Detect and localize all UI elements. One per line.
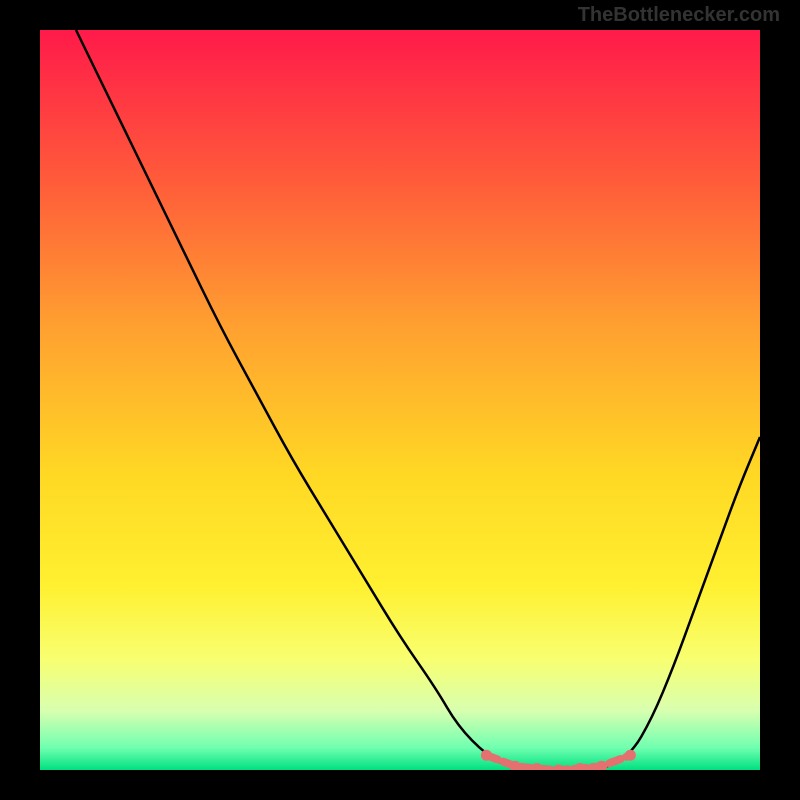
plot-area (40, 30, 760, 770)
watermark-text: TheBottlenecker.com (578, 4, 780, 27)
gradient-background (40, 30, 760, 770)
chart-container: TheBottlenecker.com (0, 0, 800, 800)
bottleneck-chart (40, 30, 760, 770)
